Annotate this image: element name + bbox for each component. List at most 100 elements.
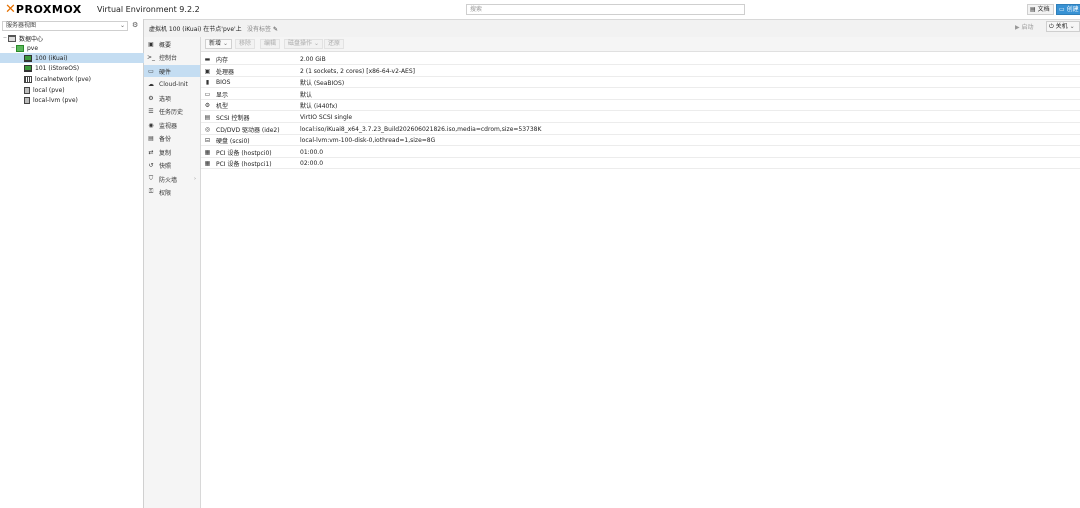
nav-label: Cloud-Init bbox=[159, 80, 188, 88]
nav-snapshot[interactable]: ↺ 快照 bbox=[144, 159, 200, 171]
nav-label: 概要 bbox=[159, 41, 172, 49]
tree-item-label: local (pve) bbox=[33, 86, 65, 94]
monitor-icon: ◉ bbox=[148, 121, 154, 129]
hardware-value: 默认 (SeaBIOS) bbox=[300, 79, 345, 87]
chevron-right-icon[interactable]: › bbox=[194, 176, 196, 182]
add-button[interactable]: 新增 ⌄ bbox=[205, 39, 232, 49]
hardware-name: 硬盘 (scsi0) bbox=[216, 137, 250, 145]
hardware-row-cpu[interactable]: ▣ 处理器 2 (1 sockets, 2 cores) [x86-64-v2-… bbox=[201, 66, 1080, 77]
edit-button[interactable]: 编辑 bbox=[260, 39, 281, 49]
hardware-grid: ▬ 内存 2.00 GiB ▣ 处理器 2 (1 sockets, 2 core… bbox=[201, 52, 1080, 508]
nav-hardware[interactable]: ▭ 硬件 bbox=[144, 65, 200, 77]
hardware-name: 内存 bbox=[216, 56, 229, 64]
snapshot-icon: ↺ bbox=[148, 161, 154, 169]
hardware-row-machine[interactable]: ⚙ 机型 默认 (i440fx) bbox=[201, 100, 1080, 111]
server-view-select[interactable]: 服务器视图 ⌄ bbox=[2, 21, 128, 31]
chevron-down-icon: ⌄ bbox=[222, 40, 228, 47]
summary-icon: ▣ bbox=[148, 40, 154, 48]
nav-console[interactable]: >_ 控制台 bbox=[144, 51, 200, 63]
resource-tree-panel: 服务器视图 ⌄ ⚙ − 数据中心 − pve 100 (iKuai) 101 (… bbox=[0, 19, 166, 508]
tree-item-storage-local-lvm[interactable]: local-lvm (pve) bbox=[0, 95, 166, 105]
hardware-row-display[interactable]: ▭ 显示 默认 bbox=[201, 89, 1080, 100]
network-icon bbox=[24, 75, 32, 83]
nav-label: 快照 bbox=[159, 162, 172, 170]
replication-icon: ⇄ bbox=[148, 148, 154, 156]
proxmox-logo[interactable]: ✕ PROXMOX bbox=[5, 3, 82, 16]
chevron-down-icon[interactable]: ⌄ bbox=[1070, 23, 1075, 30]
vm-icon bbox=[24, 54, 32, 62]
hardware-row-cdrom[interactable]: ◎ CD/DVD 驱动器 (ide2) local:iso/iKuai8_x64… bbox=[201, 124, 1080, 135]
play-icon: ▶ bbox=[1015, 24, 1020, 31]
cpu-icon: ▣ bbox=[204, 67, 211, 75]
nav-summary[interactable]: ▣ 概要 bbox=[144, 38, 200, 50]
nav-backup[interactable]: ▤ 备份 bbox=[144, 132, 200, 144]
hardware-icon: ▭ bbox=[148, 67, 154, 75]
bios-icon: ▮ bbox=[205, 78, 210, 86]
tree-item-label: 数据中心 bbox=[19, 35, 44, 43]
start-label: 启动 bbox=[1021, 24, 1034, 31]
nav-label: 监视器 bbox=[159, 122, 178, 130]
hardware-row-harddisk[interactable]: ⊟ 硬盘 (scsi0) local-lvm:vm-100-disk-0,iot… bbox=[201, 135, 1080, 146]
hardware-name: 机型 bbox=[216, 102, 229, 110]
tree-item-label: 101 (iStoreOS) bbox=[35, 64, 80, 72]
hardware-value: 2 (1 sockets, 2 cores) [x86-64-v2-AES] bbox=[300, 67, 416, 75]
nav-task-history[interactable]: ☰ 任务历史 bbox=[144, 105, 200, 117]
nav-label: 权限 bbox=[159, 189, 172, 197]
nav-monitor[interactable]: ◉ 监视器 bbox=[144, 119, 200, 131]
hardware-row-scsi-controller[interactable]: ▤ SCSI 控制器 VirtIO SCSI single bbox=[201, 112, 1080, 123]
hardware-row-pci0[interactable]: ▦ PCI 设备 (hostpci0) 01:00.0 bbox=[201, 147, 1080, 158]
disk-action-button[interactable]: 磁盘操作 ⌄ bbox=[284, 39, 323, 49]
disk-action-label: 磁盘操作 bbox=[288, 40, 313, 47]
nav-label: 选项 bbox=[159, 95, 172, 103]
pencil-icon[interactable]: ✎ bbox=[273, 26, 278, 33]
vm-title: 虚拟机 100 (iKuai) 在节点'pve'上 bbox=[149, 26, 242, 33]
tree-item-label: 100 (iKuai) bbox=[35, 54, 68, 62]
hardware-value: 02:00.0 bbox=[300, 159, 324, 167]
tree-item-storage-local[interactable]: local (pve) bbox=[0, 85, 166, 95]
nav-label: 硬件 bbox=[159, 68, 172, 76]
gear-icon[interactable]: ⚙ bbox=[132, 21, 138, 29]
tree-item-vm-100[interactable]: 100 (iKuai) bbox=[0, 53, 166, 63]
remove-button[interactable]: 移除 bbox=[235, 39, 256, 49]
hardware-value: 默认 bbox=[300, 91, 313, 99]
nav-label: 防火墙 bbox=[159, 176, 178, 184]
datacenter-icon bbox=[8, 34, 16, 42]
hardware-value: 2.00 GiB bbox=[300, 55, 326, 63]
nav-permissions[interactable]: ⚿ 权限 bbox=[144, 186, 200, 198]
nav-firewall[interactable]: ⛉ 防火墙 › bbox=[144, 173, 200, 185]
server-view-label: 服务器视图 bbox=[6, 22, 37, 29]
chevron-down-icon: ⌄ bbox=[313, 40, 319, 47]
tags-area[interactable]: 没有标签 ✎ bbox=[247, 24, 278, 33]
harddisk-icon: ⊟ bbox=[204, 136, 211, 144]
tree-item-datacenter[interactable]: − 数据中心 bbox=[0, 33, 144, 43]
monitor-icon: ▭ bbox=[1059, 6, 1065, 13]
hardware-row-pci1[interactable]: ▦ PCI 设备 (hostpci1) 02:00.0 bbox=[201, 158, 1080, 169]
tree-item-node-pve[interactable]: − pve bbox=[0, 43, 152, 53]
add-label: 新增 bbox=[209, 40, 222, 47]
nav-cloud-init[interactable]: ☁ Cloud-Init bbox=[144, 78, 200, 90]
revert-button[interactable]: 还原 bbox=[324, 39, 345, 49]
permissions-icon: ⚿ bbox=[148, 188, 154, 195]
task-history-icon: ☰ bbox=[148, 107, 154, 115]
power-icon: ⏻ bbox=[1049, 23, 1054, 30]
create-vm-button[interactable]: ▭ 创建 bbox=[1056, 4, 1080, 15]
nav-options[interactable]: ⚙ 选项 bbox=[144, 92, 200, 104]
start-button[interactable]: ▶ 启动 bbox=[1015, 22, 1034, 31]
nav-replication[interactable]: ⇄ 复制 bbox=[144, 146, 200, 158]
hardware-name: BIOS bbox=[216, 78, 231, 86]
nav-label: 复制 bbox=[159, 149, 172, 157]
tree-item-vm-101[interactable]: 101 (iStoreOS) bbox=[0, 63, 166, 73]
search-input[interactable]: 搜索 bbox=[466, 4, 745, 15]
nav-label: 任务历史 bbox=[159, 108, 184, 116]
product-version: Virtual Environment 9.2.2 bbox=[97, 5, 200, 14]
vm-icon bbox=[24, 64, 32, 72]
shutdown-button[interactable]: ⏻ 关机 ⌄ bbox=[1046, 21, 1080, 32]
memory-icon: ▬ bbox=[204, 55, 211, 63]
cdrom-icon: ◎ bbox=[204, 125, 211, 133]
options-icon: ⚙ bbox=[148, 94, 154, 102]
hardware-row-bios[interactable]: ▮ BIOS 默认 (SeaBIOS) bbox=[201, 77, 1080, 88]
hardware-row-memory[interactable]: ▬ 内存 2.00 GiB bbox=[201, 54, 1080, 65]
scsi-icon: ▤ bbox=[204, 113, 211, 121]
tree-item-localnetwork[interactable]: localnetwork (pve) bbox=[0, 74, 166, 84]
documentation-button[interactable]: ▤ 文档 bbox=[1027, 4, 1054, 15]
